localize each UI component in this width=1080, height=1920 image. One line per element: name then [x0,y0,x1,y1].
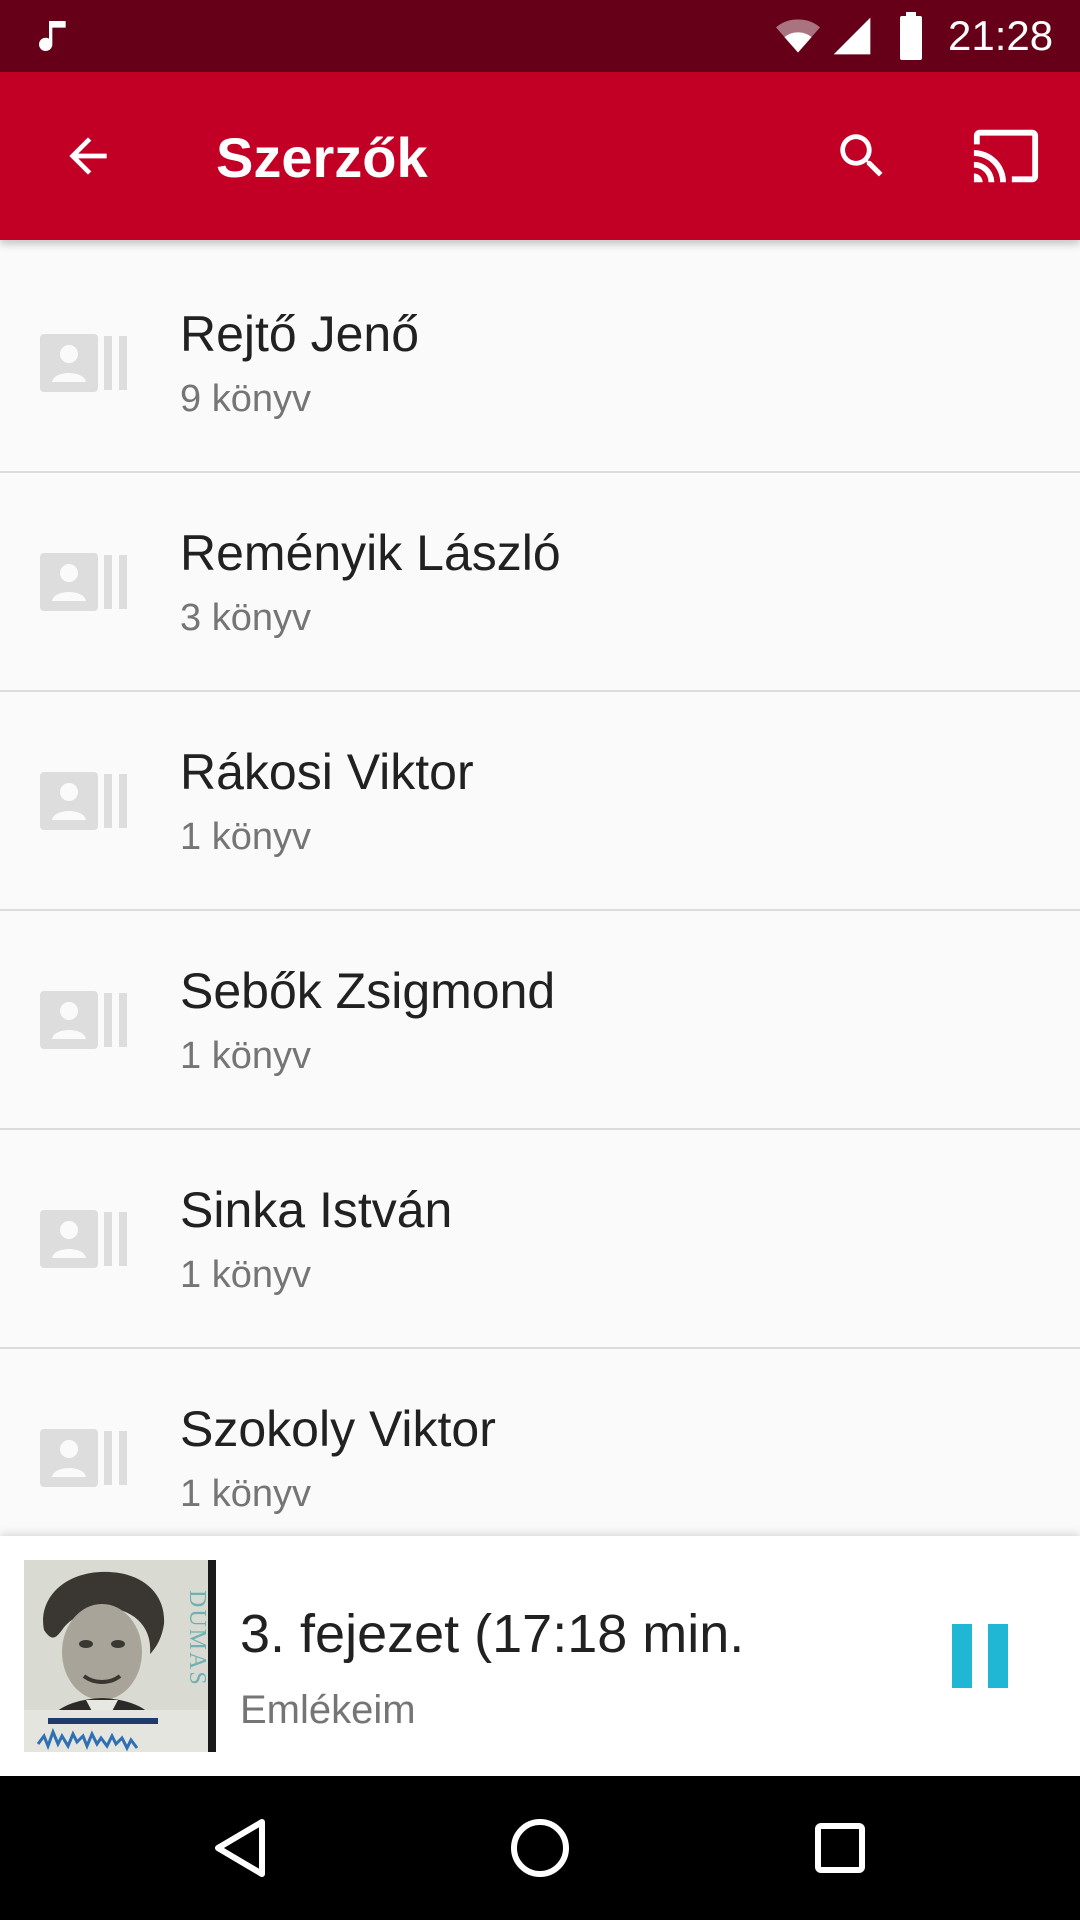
nav-home-button[interactable] [490,1798,590,1898]
author-list: Rejtő Jenő 9 könyv Reményik László 3 kön… [0,254,1080,1536]
app-bar: Szerzők [0,72,1080,240]
book-count: 1 könyv [180,1473,311,1515]
book-count: 9 könyv [180,378,311,420]
author-row[interactable]: Reményik László 3 könyv [0,473,1080,692]
back-button[interactable] [44,112,132,200]
author-card-icon [40,1429,127,1487]
wifi-icon [776,19,820,53]
mini-player[interactable]: DUMAS 3. fejezet (17:18 min. Emlékeim [0,1536,1080,1776]
clock: 21:28 [948,12,1054,59]
author-row[interactable]: Sinka István 1 könyv [0,1130,1080,1349]
author-row[interactable]: Rejtő Jenő 9 könyv [0,254,1080,473]
author-row[interactable]: Sebők Zsigmond 1 könyv [0,911,1080,1130]
author-card-icon [40,553,127,611]
track-title: 3. fejezet (17:18 min. [240,1604,745,1664]
track-subtitle: Emlékeim [240,1688,416,1732]
status-bar: 21:28 [0,0,1080,72]
author-card-icon [40,991,127,1049]
back-arrow-icon [69,137,107,175]
battery-icon [900,12,922,60]
nav-recents-button[interactable] [790,1798,890,1898]
nav-back-button[interactable] [190,1798,290,1898]
music-note-icon [39,21,66,52]
album-cover: DUMAS [24,1560,216,1752]
pause-icon [952,1624,1008,1688]
book-count: 1 könyv [180,1035,311,1077]
author-name: Sinka István [180,1182,453,1238]
author-name: Sebők Zsigmond [180,963,556,1019]
author-card-icon [40,772,127,830]
book-count: 1 könyv [180,1254,311,1296]
page-title: Szerzők [216,126,428,189]
pause-button[interactable] [930,1606,1030,1706]
author-name: Szokoly Viktor [180,1401,496,1457]
author-name: Reményik László [180,525,561,581]
cell-signal-icon [833,17,871,55]
author-name: Rákosi Viktor [180,744,474,800]
search-button[interactable] [818,112,906,200]
author-card-icon [40,334,127,392]
author-row[interactable]: Szokoly Viktor 1 könyv [0,1349,1080,1536]
cast-button[interactable] [962,112,1050,200]
nav-home-icon [511,1819,569,1877]
author-card-icon [40,1210,127,1268]
author-row[interactable]: Rákosi Viktor 1 könyv [0,692,1080,911]
cover-title-text: DUMAS [184,1590,210,1687]
nav-back-icon [215,1819,265,1877]
book-count: 1 könyv [180,816,311,858]
navigation-bar [0,1776,1080,1920]
author-name: Rejtő Jenő [180,306,420,362]
book-count: 3 könyv [180,597,311,639]
nav-recents-icon [815,1823,865,1873]
search-icon [840,134,883,177]
cast-icon [973,129,1039,183]
